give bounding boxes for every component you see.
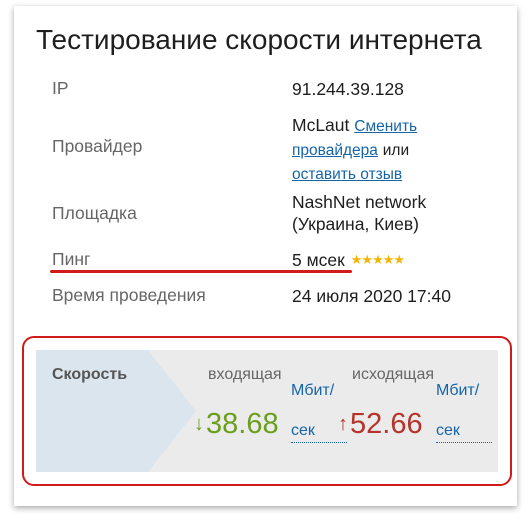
ping-value: 5 мсек <box>292 250 345 270</box>
change-provider-link-cont[interactable]: провайдера <box>292 142 378 159</box>
download-value-group: ↓38.68 <box>194 408 279 441</box>
or-text: или <box>382 142 410 159</box>
page-title: Тестирование скорости интернета <box>36 24 482 55</box>
speedtest-card: Тестирование скорости интернета IP 91.24… <box>14 6 517 506</box>
upload-speed: 52.66 <box>350 408 423 440</box>
upload-label: исходящая <box>352 366 435 383</box>
ip-value: 91.244.39.128 <box>292 79 404 99</box>
ip-label: IP <box>52 78 69 98</box>
leave-review-link[interactable]: оставить отзыв <box>292 166 402 183</box>
site-name: NashNet network <box>292 192 427 212</box>
rating-stars-icon: ★★★★★ <box>350 252 405 267</box>
time-label: Время проведения <box>52 285 206 305</box>
speed-label: Скорость <box>52 366 128 383</box>
ping-label: Пинг <box>52 249 91 269</box>
speed-panel: Скорость входящая ↓38.68 Мбит/сек исходя… <box>36 350 498 472</box>
provider-label: Провайдер <box>52 136 143 156</box>
site-label: Площадка <box>52 203 137 223</box>
download-speed: 38.68 <box>206 408 279 440</box>
download-label: входящая <box>208 366 282 383</box>
up-arrow-icon: ↑ <box>338 413 348 435</box>
provider-value: McLaut Сменить провайдера или оставить о… <box>292 114 417 186</box>
change-provider-link[interactable]: Сменить <box>354 118 417 135</box>
upload-unit[interactable]: Мбит/сек <box>436 380 492 443</box>
speed-results-box: Скорость входящая ↓38.68 Мбит/сек исходя… <box>22 336 512 486</box>
upload-value-group: ↑52.66 <box>338 408 423 441</box>
ping-highlight-underline <box>50 270 352 273</box>
site-value: NashNet network (Украина, Киев) <box>292 191 426 235</box>
provider-name: McLaut <box>292 115 350 135</box>
down-arrow-icon: ↓ <box>194 413 204 435</box>
site-location: (Украина, Киев) <box>292 214 420 234</box>
time-value: 24 июля 2020 17:40 <box>292 286 451 306</box>
ping-value-row: 5 мсек ★★★★★ <box>292 249 405 271</box>
